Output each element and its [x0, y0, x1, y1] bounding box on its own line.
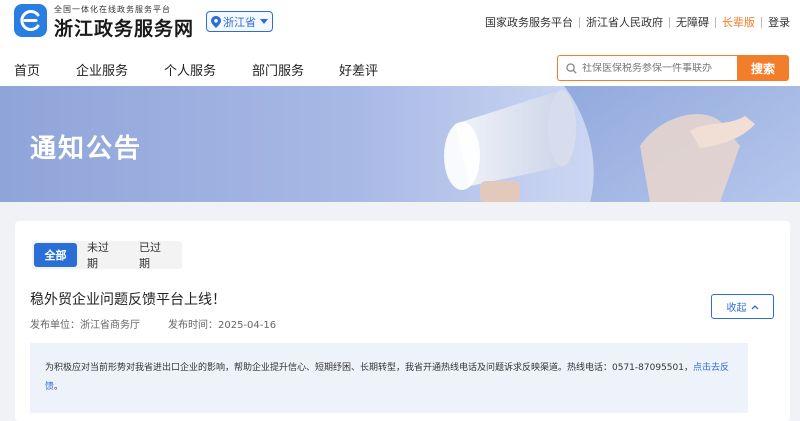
nav-item-home[interactable]: 首页 [14, 60, 76, 79]
tab-active[interactable]: 未过期 [77, 241, 129, 270]
region-label: 浙江省 [223, 15, 256, 29]
header: 全国一体化在线政务服务平台 浙江政务服务网 浙江省 国家政务服务平台 浙江省人民… [0, 0, 800, 86]
divider [761, 16, 762, 28]
nav-item-evaluation[interactable]: 好差评 [339, 60, 378, 79]
notice-body-end: 。 [54, 382, 64, 392]
filter-tabs: 全部 未过期 已过期 [32, 241, 182, 270]
notice-card: 全部 未过期 已过期 稳外贸企业问题反馈平台上线！ 发布单位：浙江省商务厅 发布时… [15, 221, 790, 421]
region-selector[interactable]: 浙江省 [206, 11, 273, 32]
collapse-label: 收起 [726, 303, 747, 314]
caret-down-icon [260, 19, 268, 24]
link-elder-mode[interactable]: 长辈版 [722, 14, 755, 30]
top-links: 国家政务服务平台 浙江省人民政府 无障碍 长辈版 登录 [485, 14, 790, 30]
search-box [557, 55, 737, 81]
chevron-up-icon [751, 304, 758, 309]
divider [715, 16, 716, 28]
divider [669, 16, 670, 28]
search-bar: 搜索 [557, 55, 789, 81]
publisher-value: 浙江省商务厅 [80, 320, 140, 331]
logo-icon[interactable] [14, 4, 47, 37]
tab-expired[interactable]: 已过期 [129, 241, 180, 270]
page-title: 通知公告 [30, 134, 143, 164]
notice-body: 为积极应对当前形势对我省进出口企业的影响，帮助企业提升信心、短期纾困、长期转型，… [30, 343, 748, 413]
notice-body-text: 为积极应对当前形势对我省进出口企业的影响，帮助企业提升信心、短期纾困、长期转型，… [45, 363, 693, 373]
notice-title[interactable]: 稳外贸企业问题反馈平台上线！ [30, 289, 226, 309]
search-icon [566, 62, 577, 74]
location-pin-icon [211, 15, 221, 28]
search-input[interactable] [582, 62, 732, 74]
divider [579, 16, 580, 28]
notice-meta: 发布单位：浙江省商务厅 发布时间：2025-04-16 [30, 316, 276, 331]
main-nav: 首页 企业服务 个人服务 部门服务 好差评 [14, 60, 378, 79]
date-value: 2025-04-16 [218, 320, 277, 331]
collapse-button[interactable]: 收起 [711, 294, 774, 319]
date-label: 发布时间： [168, 320, 218, 331]
nav-item-department[interactable]: 部门服务 [252, 60, 339, 79]
nav-item-enterprise[interactable]: 企业服务 [76, 60, 164, 79]
link-login[interactable]: 登录 [768, 14, 790, 30]
search-button[interactable]: 搜索 [737, 55, 789, 81]
nav-item-personal[interactable]: 个人服务 [164, 60, 252, 79]
link-national-platform[interactable]: 国家政务服务平台 [485, 14, 573, 30]
link-provincial-government[interactable]: 浙江省人民政府 [586, 14, 663, 30]
link-accessibility[interactable]: 无障碍 [676, 14, 709, 30]
publisher-label: 发布单位： [30, 320, 80, 331]
tab-all[interactable]: 全部 [34, 243, 77, 267]
banner: 通知公告 [0, 86, 800, 202]
logo-title[interactable]: 浙江政务服务网 [54, 14, 194, 41]
